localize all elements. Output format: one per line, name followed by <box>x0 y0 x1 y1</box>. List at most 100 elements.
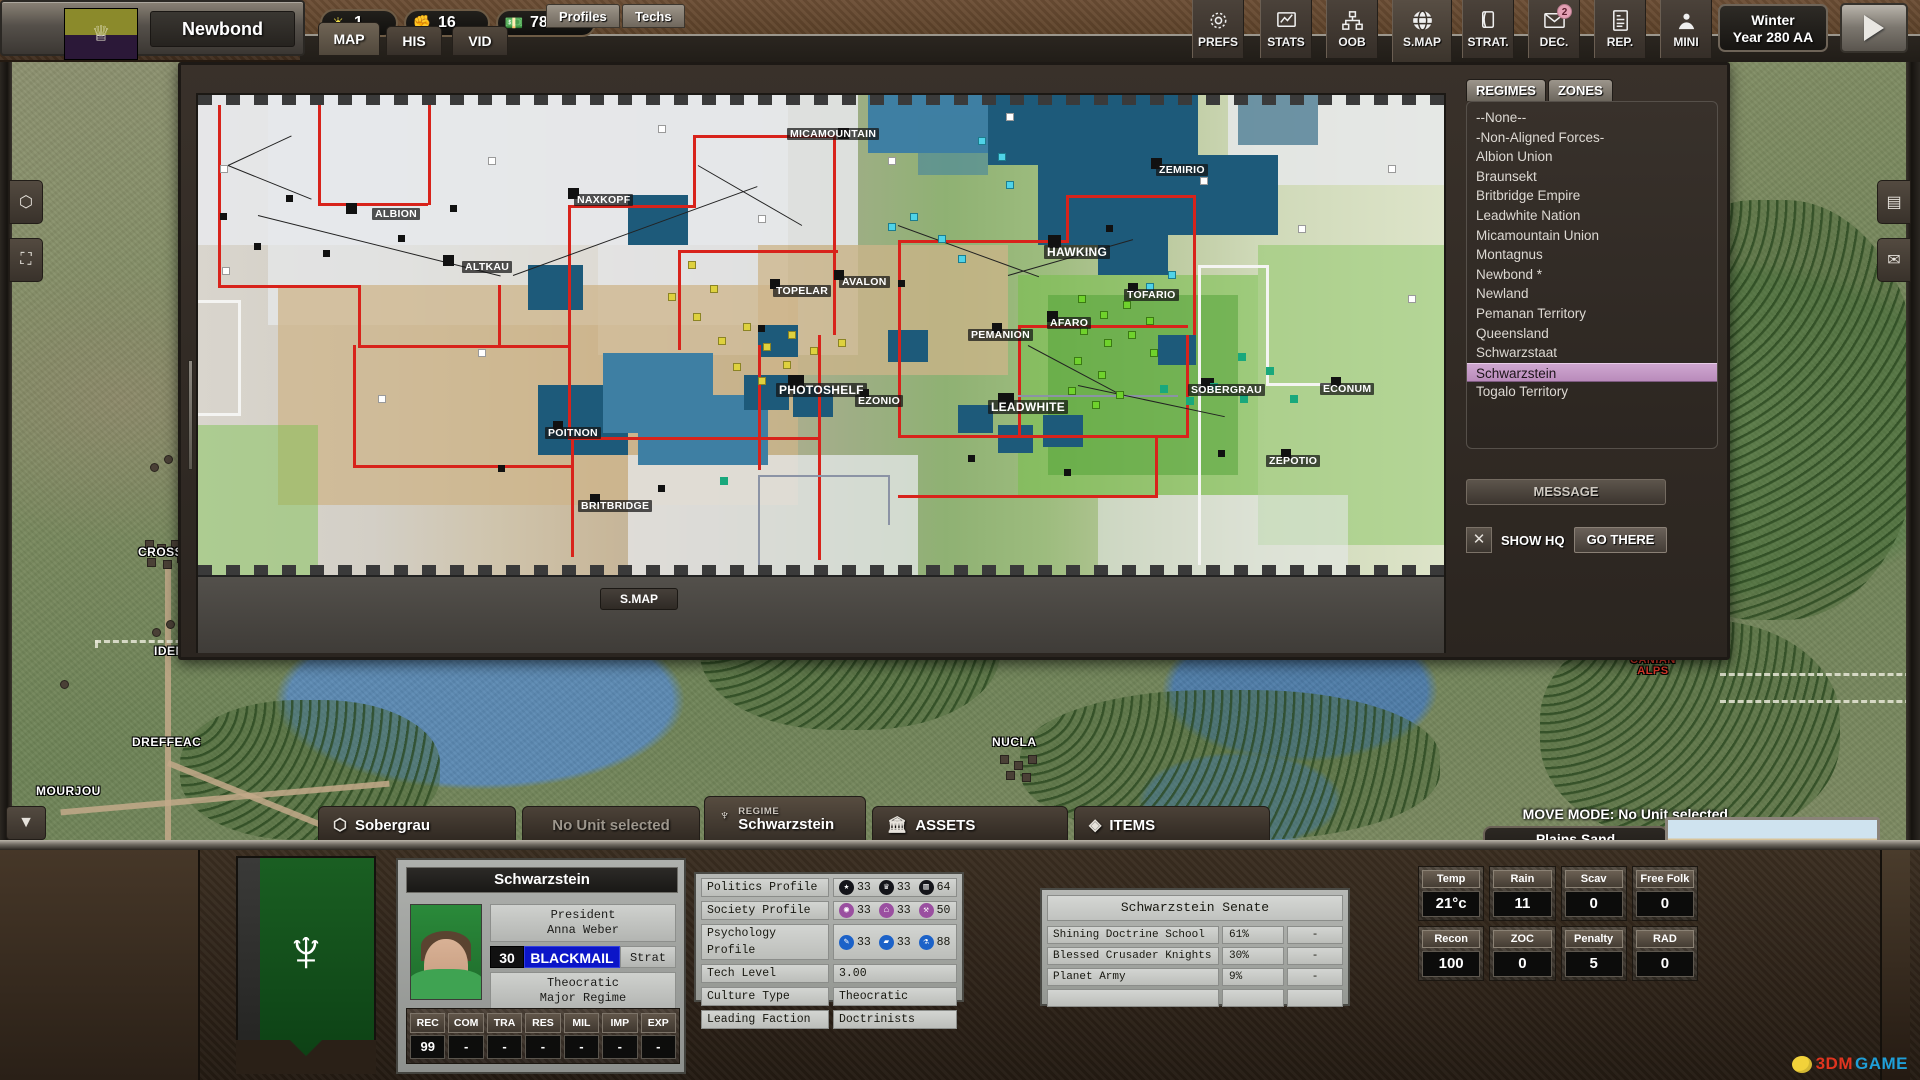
gauge-key: Scav <box>1564 870 1623 888</box>
environment-gauges: Temp 21°c Rain 11 Scav 0 Free Folk 0 Rec… <box>1418 866 1698 981</box>
gauge-value: 0 <box>1635 951 1694 977</box>
list-item[interactable]: Togalo Territory <box>1467 382 1717 402</box>
end-turn-button[interactable] <box>1840 3 1908 53</box>
gauge-recon: Recon 100 <box>1418 926 1485 981</box>
chart-icon <box>1275 7 1298 34</box>
faction-pct: 61% <box>1222 926 1284 944</box>
gauge-value: 0 <box>1493 951 1552 977</box>
stat-key: REC <box>410 1013 446 1033</box>
tab-vid[interactable]: VID <box>452 26 508 56</box>
stat-value: 99 <box>410 1035 446 1059</box>
message-button[interactable]: MESSAGE <box>1466 479 1666 505</box>
table-row: Politics Profile ★ 33 ♛ 33 ▥ 64 <box>701 878 957 897</box>
strat-button[interactable]: STRAT. <box>1462 0 1514 58</box>
stat-key: TRA <box>486 1013 523 1033</box>
faction-pct: 9% <box>1222 968 1284 986</box>
tab-his[interactable]: HIS <box>386 26 442 56</box>
list-item[interactable]: Braunsekt <box>1467 167 1717 187</box>
senate-title: Schwarzstein Senate <box>1047 895 1343 921</box>
faction-extra: - <box>1287 926 1343 944</box>
collapse-button[interactable]: ▼ <box>6 806 46 840</box>
techs-button[interactable]: Techs <box>622 4 685 28</box>
regime-list[interactable]: --None-- -Non-Aligned Forces- Albion Uni… <box>1466 101 1718 449</box>
map-scrollbar[interactable] <box>188 360 193 470</box>
row-key: Society Profile <box>701 901 829 920</box>
tab-items[interactable]: ◈ ITEMS <box>1074 806 1270 844</box>
oob-button[interactable]: OOB <box>1326 0 1378 58</box>
tab-assets[interactable]: 🏛 ASSETS <box>872 806 1068 844</box>
faction-name: Blessed Crusader Knights <box>1047 947 1219 965</box>
tab-location[interactable]: ⬡ Sobergrau <box>318 806 516 844</box>
show-hq-checkbox[interactable]: ✕ <box>1466 527 1492 553</box>
society-factory-value: 33 <box>896 904 911 917</box>
list-item[interactable]: Britbridge Empire <box>1467 186 1717 206</box>
smap-city-label: MICAMOUNTAIN <box>787 128 880 140</box>
tab-zones[interactable]: ZONES <box>1547 79 1613 101</box>
list-item[interactable]: --None-- <box>1467 108 1717 128</box>
tab-map[interactable]: MAP <box>318 22 380 56</box>
border-dashed <box>1720 673 1920 676</box>
stat-value: - <box>602 1035 638 1059</box>
torch-icon: ♆ <box>719 807 731 824</box>
list-item[interactable]: Montagnus <box>1467 245 1717 265</box>
sidebar-mail-button[interactable]: ✉ <box>1877 238 1911 282</box>
sidebar-cube-button[interactable]: ⬡ <box>9 180 43 224</box>
row-value: ★ 33 ♛ 33 ▥ 64 <box>833 878 957 897</box>
list-item-selected[interactable]: Schwarzstein <box>1467 362 1717 383</box>
leader-title: President <box>550 908 616 922</box>
list-item[interactable]: Schwarzstaat <box>1467 343 1717 363</box>
list-item[interactable]: Newbond * <box>1467 265 1717 285</box>
stat-value: - <box>525 1035 561 1059</box>
regime-emblem: ♕ <box>64 8 138 60</box>
stat-value: - <box>486 1035 523 1059</box>
smap-button[interactable]: S.MAP <box>1392 0 1452 62</box>
smap-city-label: TOPELAR <box>773 285 832 297</box>
deal-type: BLACKMAIL <box>524 946 620 968</box>
list-item[interactable]: Micamountain Union <box>1467 226 1717 246</box>
profiles-button[interactable]: Profiles <box>546 4 620 28</box>
tab-unit-label: No Unit selected <box>552 816 670 834</box>
gear-icon <box>1207 7 1230 34</box>
rep-button[interactable]: REP. <box>1594 0 1646 58</box>
smap-city-label: ECONUM <box>1320 383 1375 395</box>
list-item[interactable]: Leadwhite Nation <box>1467 206 1717 226</box>
list-item[interactable]: Albion Union <box>1467 147 1717 167</box>
watermark-logo: 3DM GAME <box>1791 1054 1908 1074</box>
prefs-button[interactable]: PREFS <box>1192 0 1244 58</box>
table-row: Blessed Crusader Knights 30% - <box>1047 947 1343 965</box>
row-key: Leading Faction <box>701 1010 829 1029</box>
strategic-map-viewport[interactable]: ALBION ALTKAU NAXKOPF MICAMOUNTAIN ZEMIR… <box>196 93 1446 653</box>
deal-row[interactable]: 30 BLACKMAIL Strat <box>490 946 676 968</box>
mini-button[interactable]: MINI <box>1660 0 1712 58</box>
smap-side-panel: REGIMES ZONES --None-- -Non-Aligned Forc… <box>1466 79 1718 649</box>
sidebar-network-button[interactable]: ⛶ <box>9 238 43 282</box>
move-mode-label: MOVE MODE: <box>1522 806 1615 822</box>
sidebar-panel-button[interactable]: ▤ <box>1877 180 1911 224</box>
stat-value: - <box>640 1035 676 1059</box>
psych-pen-value: 33 <box>857 935 871 949</box>
gauge-key: ZOC <box>1493 930 1552 948</box>
pen-icon: ✎ <box>839 934 854 950</box>
row-value: 3.00 <box>833 964 957 983</box>
go-there-button[interactable]: GO THERE <box>1573 527 1668 553</box>
gauge-key: RAD <box>1635 930 1694 948</box>
network-icon: ⛶ <box>20 251 32 268</box>
tab-regime[interactable]: ♆ REGIME Schwarzstein <box>704 796 866 846</box>
watermark-ball-icon <box>1791 1055 1812 1073</box>
strategic-map-canvas[interactable]: ALBION ALTKAU NAXKOPF MICAMOUNTAIN ZEMIR… <box>198 95 1444 575</box>
politics-bank-value: 64 <box>936 881 951 894</box>
list-item[interactable]: Pemanan Territory <box>1467 304 1717 324</box>
dec-button[interactable]: 2 DEC. <box>1528 0 1580 58</box>
list-item[interactable]: Newland <box>1467 284 1717 304</box>
gauge-value: 21°c <box>1422 891 1481 917</box>
list-item[interactable]: Queensland <box>1467 324 1717 344</box>
list-item[interactable]: -Non-Aligned Forces- <box>1467 128 1717 148</box>
smap-city-label: ALBION <box>372 208 421 220</box>
stats-button[interactable]: STATS <box>1260 0 1312 58</box>
gauge-key: Free Folk <box>1635 870 1694 888</box>
tab-unit[interactable]: No Unit selected <box>522 806 700 844</box>
tab-regimes[interactable]: REGIMES <box>1466 79 1546 101</box>
show-hq-label: SHOW HQ <box>1501 532 1565 548</box>
tab-assets-label: ASSETS <box>915 816 976 834</box>
table-row: Culture Type Theocratic <box>701 987 957 1006</box>
